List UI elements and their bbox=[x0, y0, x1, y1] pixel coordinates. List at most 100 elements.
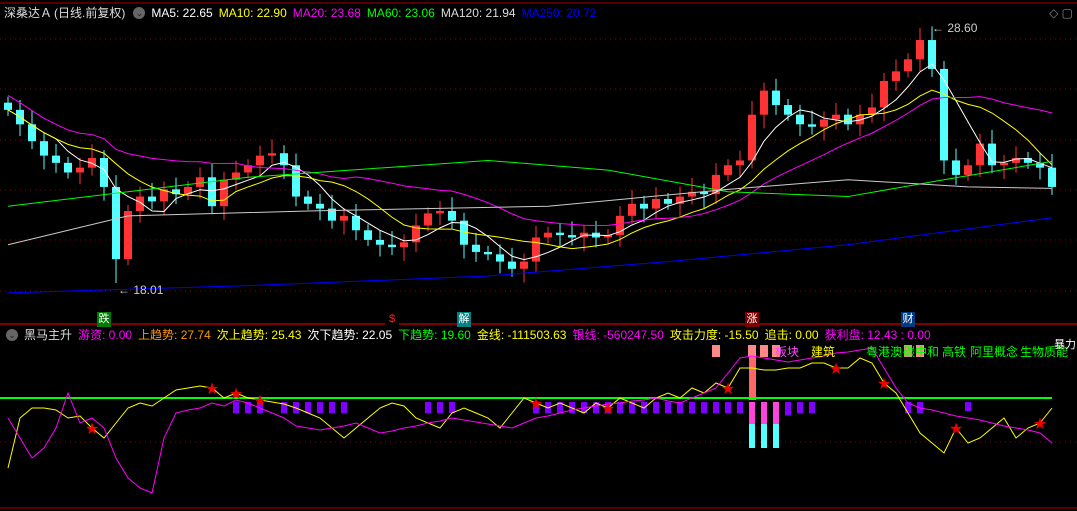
oscillator-bar bbox=[317, 402, 323, 414]
oscillator-bar bbox=[713, 402, 719, 414]
candle-body bbox=[808, 124, 816, 127]
candle-body bbox=[256, 155, 264, 166]
yellow-line bbox=[7, 357, 1053, 469]
candle-body bbox=[820, 119, 828, 127]
candle-body bbox=[892, 71, 900, 81]
window-controls: ◇ ▢ bbox=[1049, 6, 1073, 20]
candle-body bbox=[424, 213, 432, 226]
candle-body bbox=[712, 174, 720, 195]
signal-square bbox=[712, 345, 720, 357]
signal-square bbox=[748, 345, 756, 357]
candle-body bbox=[796, 114, 804, 125]
candle-body bbox=[628, 203, 636, 216]
oscillator-bar bbox=[749, 424, 755, 448]
event-tag[interactable]: 解 bbox=[457, 312, 471, 327]
candle-body bbox=[652, 198, 660, 209]
candle-body bbox=[880, 80, 888, 108]
oscillator-bar bbox=[749, 402, 755, 424]
candle-body bbox=[916, 40, 924, 60]
oscillator-bar bbox=[689, 402, 695, 414]
candle-body bbox=[784, 105, 792, 115]
star-icon: ★ bbox=[85, 421, 99, 438]
candle-body bbox=[376, 239, 384, 245]
star-icon: ★ bbox=[721, 381, 735, 398]
ma10-line bbox=[7, 89, 1053, 250]
event-tag[interactable]: 财 bbox=[901, 312, 915, 327]
candle-body bbox=[436, 211, 444, 214]
star-icon: ★ bbox=[829, 361, 843, 378]
candle-body bbox=[736, 160, 744, 166]
oscillator-bar bbox=[773, 424, 779, 448]
oscillator-bar bbox=[761, 424, 767, 448]
chevron-down-icon[interactable]: ⌄ bbox=[133, 7, 146, 19]
stock-name[interactable]: 深桑达Ａ bbox=[4, 4, 52, 22]
candle-body bbox=[832, 114, 840, 120]
indicator-value: 攻击力度: -15.50 bbox=[669, 328, 759, 342]
candle-body bbox=[40, 141, 48, 156]
candlestick-chart: ← 28.60 ← 18.01 ★ ★ ★ ★ ★ ★ ★ ★ ★ ★ ★ bbox=[0, 2, 1077, 509]
ma-legend-item: MA120: 21.94 bbox=[440, 6, 516, 20]
candle-body bbox=[952, 160, 960, 175]
candle-body bbox=[64, 162, 72, 173]
candle-body bbox=[148, 196, 156, 202]
star-icon: ★ bbox=[529, 396, 543, 413]
candle-body bbox=[448, 211, 456, 221]
indicator-values: 游资: 0.00 上趋势: 27.74 次上趋势: 25.43 次下趋势: 22.05… bbox=[78, 326, 937, 344]
oscillator-bar bbox=[233, 402, 239, 414]
period-label: (日线.前复权) bbox=[54, 6, 126, 20]
candle-body bbox=[556, 232, 564, 236]
oscillator-bar bbox=[437, 402, 443, 414]
oscillator-bar bbox=[737, 402, 743, 414]
candle-body bbox=[544, 232, 552, 238]
oscillator-bar bbox=[797, 402, 803, 414]
magenta-line bbox=[7, 347, 1053, 494]
event-tag[interactable]: 跌 bbox=[97, 312, 111, 327]
ma-legend-item: MA10: 22.90 bbox=[218, 6, 287, 20]
indicator-value: 追击: 0.00 bbox=[764, 328, 819, 342]
candle-body bbox=[4, 102, 12, 110]
candle-body bbox=[640, 203, 648, 209]
candle-body bbox=[760, 90, 768, 115]
indicator-value: 下趋势: 19.60 bbox=[398, 328, 471, 342]
window-icon[interactable]: ▢ bbox=[1062, 6, 1073, 20]
sector-label: 暴力 bbox=[1054, 339, 1076, 351]
candle-body bbox=[1000, 162, 1008, 166]
indicator-value: 次上趋势: 25.43 bbox=[216, 328, 302, 342]
indicator-name[interactable]: 黑马主升 bbox=[24, 326, 72, 344]
ma250-line bbox=[7, 217, 1053, 294]
candle-body bbox=[340, 215, 348, 221]
oscillator-bar bbox=[785, 402, 791, 416]
star-icon: ★ bbox=[601, 401, 615, 418]
candle-body bbox=[748, 114, 756, 161]
candle-body bbox=[568, 235, 576, 238]
indicator-value: 获利盘: 12.43 : 0.00 bbox=[824, 328, 931, 342]
oscillator-bar bbox=[761, 402, 767, 424]
candle-body bbox=[520, 261, 528, 269]
low-price-label: ← 18.01 bbox=[118, 283, 164, 297]
event-tag[interactable]: 涨 bbox=[745, 312, 759, 327]
candle-body bbox=[220, 179, 228, 207]
indicator-value: 金线: -111503.63 bbox=[476, 328, 567, 342]
indicator-header: ⌄ 黑马主升 游资: 0.00 上趋势: 27.74 次上趋势: 25.43 次下趋势… bbox=[4, 326, 943, 344]
candle-body bbox=[484, 251, 492, 255]
candle-body bbox=[496, 254, 504, 262]
indicator-value: 银线: -560247.50 bbox=[572, 328, 664, 342]
candle-body bbox=[196, 177, 204, 187]
high-price-label: ← 28.60 bbox=[932, 21, 978, 35]
oscillator-bar bbox=[329, 402, 335, 414]
oscillator-bar bbox=[305, 402, 311, 414]
oscillator-bar bbox=[665, 402, 671, 414]
candle-body bbox=[772, 90, 780, 106]
event-tag[interactable]: $ bbox=[385, 312, 399, 327]
diamond-icon[interactable]: ◇ bbox=[1049, 6, 1058, 20]
oscillator-bar bbox=[341, 402, 347, 414]
oscillator-bar bbox=[809, 402, 815, 414]
candle-body bbox=[388, 244, 396, 248]
candle-body bbox=[904, 59, 912, 72]
candle-body bbox=[532, 237, 540, 262]
candle-body bbox=[316, 203, 324, 209]
chevron-down-icon[interactable]: ⌄ bbox=[6, 329, 18, 341]
indicator-value: 上趋势: 27.74 bbox=[138, 328, 211, 342]
star-icon: ★ bbox=[253, 393, 267, 410]
sector-label: 板块 bbox=[775, 345, 800, 359]
